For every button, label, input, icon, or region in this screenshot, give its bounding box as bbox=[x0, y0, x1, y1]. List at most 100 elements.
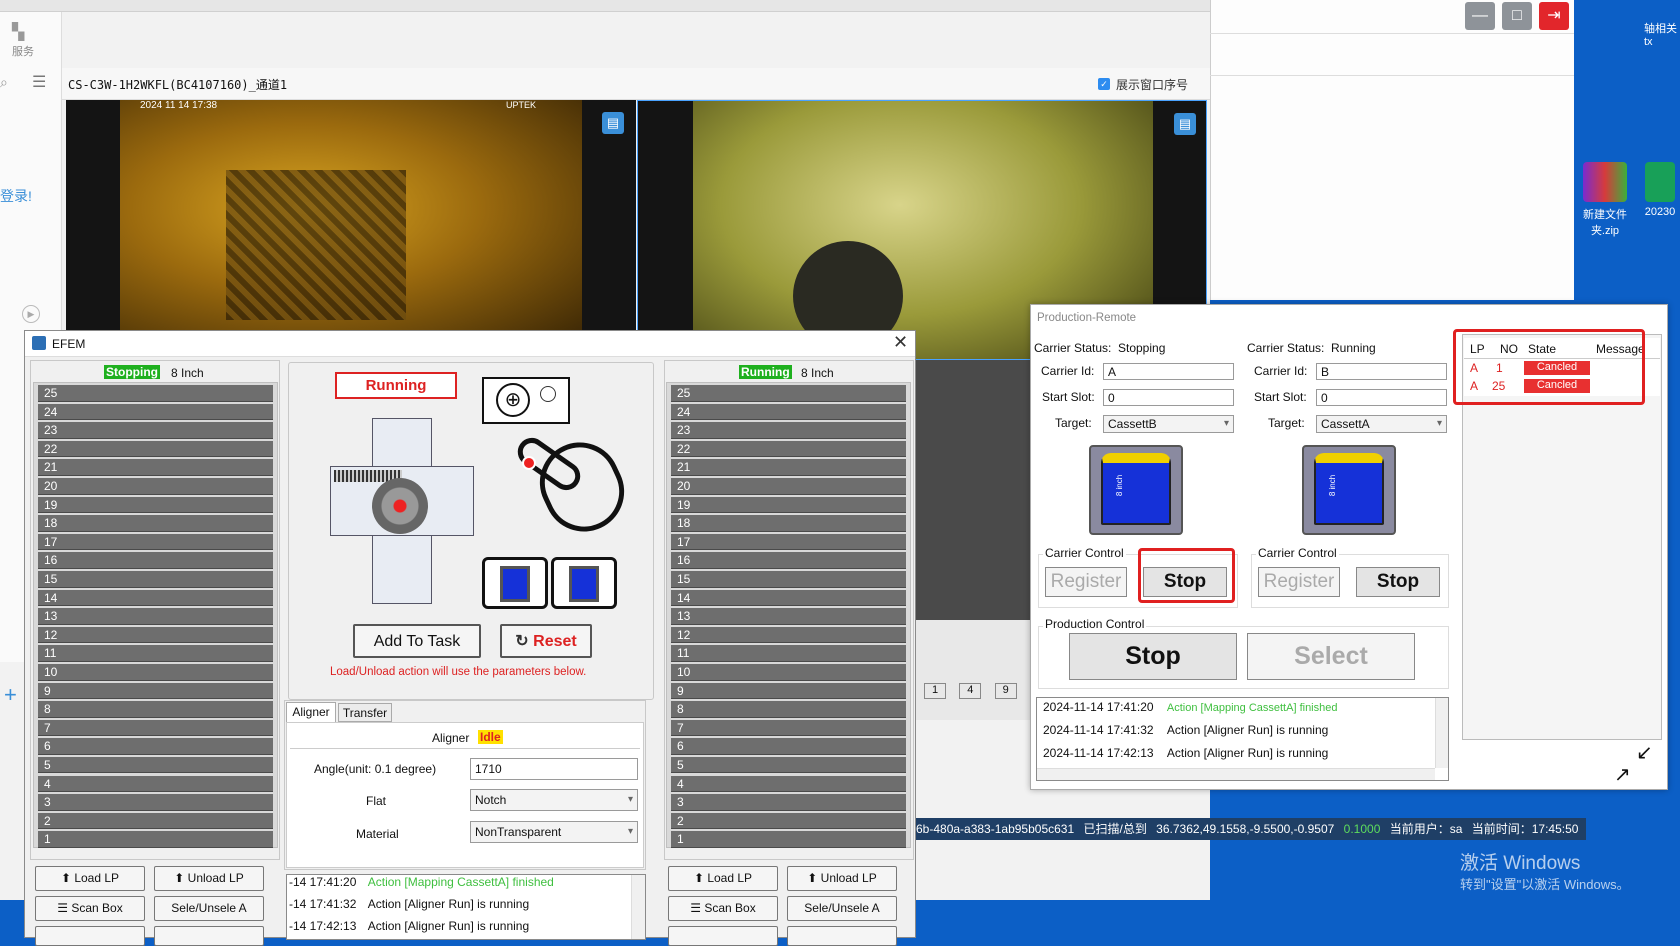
slot-row[interactable]: 6 bbox=[38, 738, 273, 755]
slot-row[interactable]: 4 bbox=[671, 775, 906, 793]
slot-row[interactable]: 11 bbox=[671, 645, 906, 662]
slot-row[interactable]: 19 bbox=[671, 496, 906, 514]
add-icon[interactable]: + bbox=[4, 682, 17, 708]
carrier-a-slot-input[interactable]: 0 bbox=[1103, 389, 1234, 406]
minimize-button[interactable]: — bbox=[1465, 2, 1495, 30]
slot-row[interactable]: 9 bbox=[38, 682, 273, 700]
slot-row[interactable]: 15 bbox=[38, 571, 273, 588]
tab-aligner[interactable]: Aligner bbox=[286, 702, 336, 722]
slot-row[interactable]: 19 bbox=[38, 496, 273, 514]
slot-row[interactable]: 12 bbox=[38, 626, 273, 644]
tab-transfer[interactable]: Transfer bbox=[338, 703, 392, 722]
right-scan-box-button[interactable]: ☰ Scan Box bbox=[668, 896, 778, 921]
camera-feed-1[interactable]: 2024 11 14 17:38 UPTEK ▤ bbox=[66, 100, 636, 340]
carrier-a-register-button[interactable]: Register bbox=[1045, 567, 1127, 597]
slot-row[interactable]: 24 bbox=[38, 403, 273, 421]
carrier-b-stop-button[interactable]: Stop bbox=[1356, 567, 1440, 597]
production-stop-button[interactable]: Stop bbox=[1069, 633, 1237, 680]
pager-1[interactable]: 1 bbox=[924, 683, 946, 699]
left-extra-button-1[interactable] bbox=[35, 926, 145, 946]
slot-row[interactable]: 2 bbox=[671, 812, 906, 830]
right-load-lp-button[interactable]: ⬆ Load LP bbox=[668, 866, 778, 891]
slot-row[interactable]: 2 bbox=[38, 812, 273, 830]
slot-row[interactable]: 25 bbox=[671, 385, 906, 402]
carrier-b-register-button[interactable]: Register bbox=[1258, 567, 1340, 597]
slot-row[interactable]: 17 bbox=[38, 533, 273, 551]
slot-row[interactable]: 11 bbox=[38, 645, 273, 662]
material-select[interactable]: NonTransparent bbox=[470, 821, 638, 843]
prod-log-hscroll[interactable] bbox=[1037, 768, 1435, 780]
slot-row[interactable]: 4 bbox=[38, 775, 273, 793]
exit-button[interactable]: ⇥ bbox=[1539, 2, 1569, 30]
efem-log[interactable]: -14 17:41:20 Action [Mapping CassettA] f… bbox=[286, 874, 646, 940]
carrier-a-target-select[interactable]: CassettB bbox=[1103, 415, 1234, 433]
slot-row[interactable]: 14 bbox=[38, 589, 273, 607]
slot-row[interactable]: 20 bbox=[38, 478, 273, 495]
slot-row[interactable]: 12 bbox=[671, 626, 906, 644]
search-icon[interactable]: ⌕ bbox=[0, 74, 8, 91]
maximize-button[interactable]: □ bbox=[1502, 2, 1532, 30]
angle-input[interactable]: 1710 bbox=[470, 758, 638, 780]
carrier-a-id-input[interactable]: A bbox=[1103, 363, 1234, 380]
pager-9[interactable]: 9 bbox=[994, 683, 1017, 699]
slot-row[interactable]: 22 bbox=[671, 440, 906, 458]
prod-log[interactable]: 2024-11-14 17:41:20 Action [Mapping Cass… bbox=[1036, 697, 1449, 781]
menu-icon[interactable]: ☰ bbox=[32, 72, 46, 92]
slot-row[interactable]: 17 bbox=[671, 533, 906, 551]
left-load-lp-button[interactable]: ⬆ Load LP bbox=[35, 866, 145, 891]
slot-row[interactable]: 23 bbox=[671, 422, 906, 439]
left-sele-button[interactable]: Sele/Unsele A bbox=[154, 896, 264, 921]
slot-row[interactable]: 1 bbox=[38, 831, 273, 848]
expand-arrow-icon[interactable]: ↗ bbox=[1614, 762, 1631, 787]
slot-row[interactable]: 16 bbox=[671, 552, 906, 569]
slot-row[interactable]: 6 bbox=[671, 738, 906, 755]
prod-log-vscroll[interactable] bbox=[1435, 698, 1448, 768]
efem-close-icon[interactable]: ✕ bbox=[893, 332, 908, 353]
carrier-b-target-select[interactable]: CassettA bbox=[1316, 415, 1447, 433]
slot-row[interactable]: 20 bbox=[671, 478, 906, 495]
carrier-b-slot-input[interactable]: 0 bbox=[1316, 389, 1447, 406]
slot-row[interactable]: 7 bbox=[38, 719, 273, 737]
slot-row[interactable]: 22 bbox=[38, 440, 273, 458]
slot-row[interactable]: 8 bbox=[671, 701, 906, 718]
pager-4[interactable]: 4 bbox=[959, 683, 982, 699]
carrier-b-id-input[interactable]: B bbox=[1316, 363, 1447, 380]
service-icon[interactable]: ▚ bbox=[12, 22, 32, 41]
reset-button[interactable]: ↻ Reset bbox=[500, 624, 592, 658]
slot-row[interactable]: 24 bbox=[671, 403, 906, 421]
slot-row[interactable]: 5 bbox=[671, 756, 906, 774]
slot-row[interactable]: 7 bbox=[671, 719, 906, 737]
desktop-icon-zip[interactable]: 新建文件夹.zip bbox=[1570, 162, 1640, 238]
show-index-checkbox[interactable]: ✓ bbox=[1098, 78, 1110, 90]
efem-log-scrollbar[interactable] bbox=[631, 875, 645, 939]
slot-row[interactable]: 23 bbox=[38, 422, 273, 439]
right-extra-button-1[interactable] bbox=[668, 926, 778, 946]
slot-row[interactable]: 10 bbox=[38, 664, 273, 681]
slot-row[interactable]: 1 bbox=[671, 831, 906, 848]
slot-row[interactable]: 10 bbox=[671, 664, 906, 681]
slot-row[interactable]: 9 bbox=[671, 682, 906, 700]
left-scan-box-button[interactable]: ☰ Scan Box bbox=[35, 896, 145, 921]
slot-row[interactable]: 13 bbox=[671, 608, 906, 625]
slot-row[interactable]: 5 bbox=[38, 756, 273, 774]
right-sele-button[interactable]: Sele/Unsele A bbox=[787, 896, 897, 921]
desktop-icon-2023[interactable]: 20230 bbox=[1640, 162, 1680, 218]
right-extra-button-2[interactable] bbox=[787, 926, 897, 946]
add-to-task-button[interactable]: Add To Task bbox=[353, 624, 481, 658]
slot-row[interactable]: 21 bbox=[671, 459, 906, 476]
production-select-button[interactable]: Select bbox=[1247, 633, 1415, 680]
collapse-arrow-icon[interactable]: ↙ bbox=[1636, 740, 1653, 765]
play-icon[interactable]: ▶ bbox=[22, 305, 40, 323]
slot-row[interactable]: 21 bbox=[38, 459, 273, 476]
slot-row[interactable]: 3 bbox=[38, 794, 273, 811]
slot-row[interactable]: 25 bbox=[38, 385, 273, 402]
login-text[interactable]: 登录! bbox=[0, 186, 32, 206]
slot-row[interactable]: 3 bbox=[671, 794, 906, 811]
show-index-label[interactable]: 展示窗口序号 bbox=[1116, 76, 1188, 93]
right-unload-lp-button[interactable]: ⬆ Unload LP bbox=[787, 866, 897, 891]
camera-2-menu-icon[interactable]: ▤ bbox=[1174, 113, 1196, 135]
slot-row[interactable]: 14 bbox=[671, 589, 906, 607]
left-extra-button-2[interactable] bbox=[154, 926, 264, 946]
slot-row[interactable]: 13 bbox=[38, 608, 273, 625]
camera-1-menu-icon[interactable]: ▤ bbox=[602, 112, 624, 134]
